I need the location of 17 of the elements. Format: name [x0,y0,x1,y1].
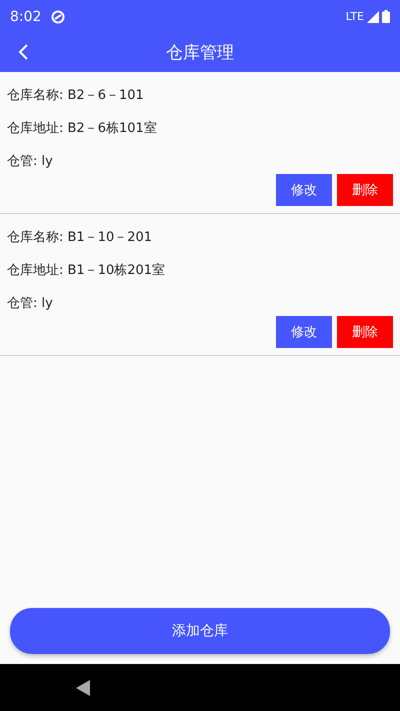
battery-icon [382,10,390,23]
edit-button[interactable]: 修改 [276,174,332,206]
warehouse-name: 仓库名称: B1－10－201 [7,228,152,246]
warehouse-name: 仓库名称: B2－6－101 [7,86,144,104]
warehouse-address: 仓库地址: B1－10栋201室 [7,262,166,278]
page-title: 仓库管理 [166,42,234,64]
warehouse-keeper: 仓管: ly [7,294,53,312]
signal-icon [367,10,379,22]
warehouse-address: 仓库地址: B2－6栋101室 [7,120,157,136]
status-time: 8:02 [10,8,42,24]
delete-button[interactable]: 删除 [337,316,393,348]
delete-button[interactable]: 删除 [337,174,393,206]
warehouse-keeper: 仓管: ly [7,152,53,170]
back-nav-icon[interactable] [76,680,90,696]
network-label: LTE [346,10,364,23]
edit-button[interactable]: 修改 [276,316,332,348]
add-warehouse-button[interactable]: 添加仓库 [10,608,390,654]
